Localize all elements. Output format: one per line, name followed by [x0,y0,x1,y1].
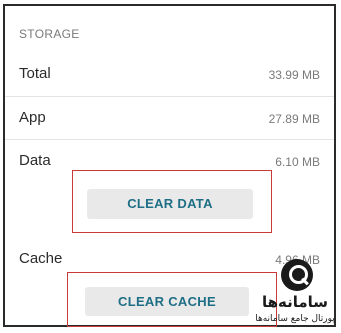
total-label: Total [19,65,51,82]
section-title: STORAGE [19,27,80,41]
total-value: 33.99 MB [268,68,320,82]
divider [5,139,334,140]
app-label: App [19,109,46,126]
clear-data-button[interactable]: CLEAR DATA [87,189,253,219]
app-value: 27.89 MB [268,112,320,126]
cache-label: Cache [19,250,63,267]
watermark-subtitle: پورتال جامع سامانه‌ها [255,314,335,324]
data-value: 6.10 MB [275,155,320,169]
divider [5,96,334,97]
watermark-title: سامانه‌ها [261,293,329,311]
watermark-logo: سامانه‌ها پورتال جامع سامانه‌ها [253,259,337,329]
magnifier-icon [281,259,313,291]
data-label: Data [19,152,51,169]
clear-cache-button[interactable]: CLEAR CACHE [85,287,249,316]
